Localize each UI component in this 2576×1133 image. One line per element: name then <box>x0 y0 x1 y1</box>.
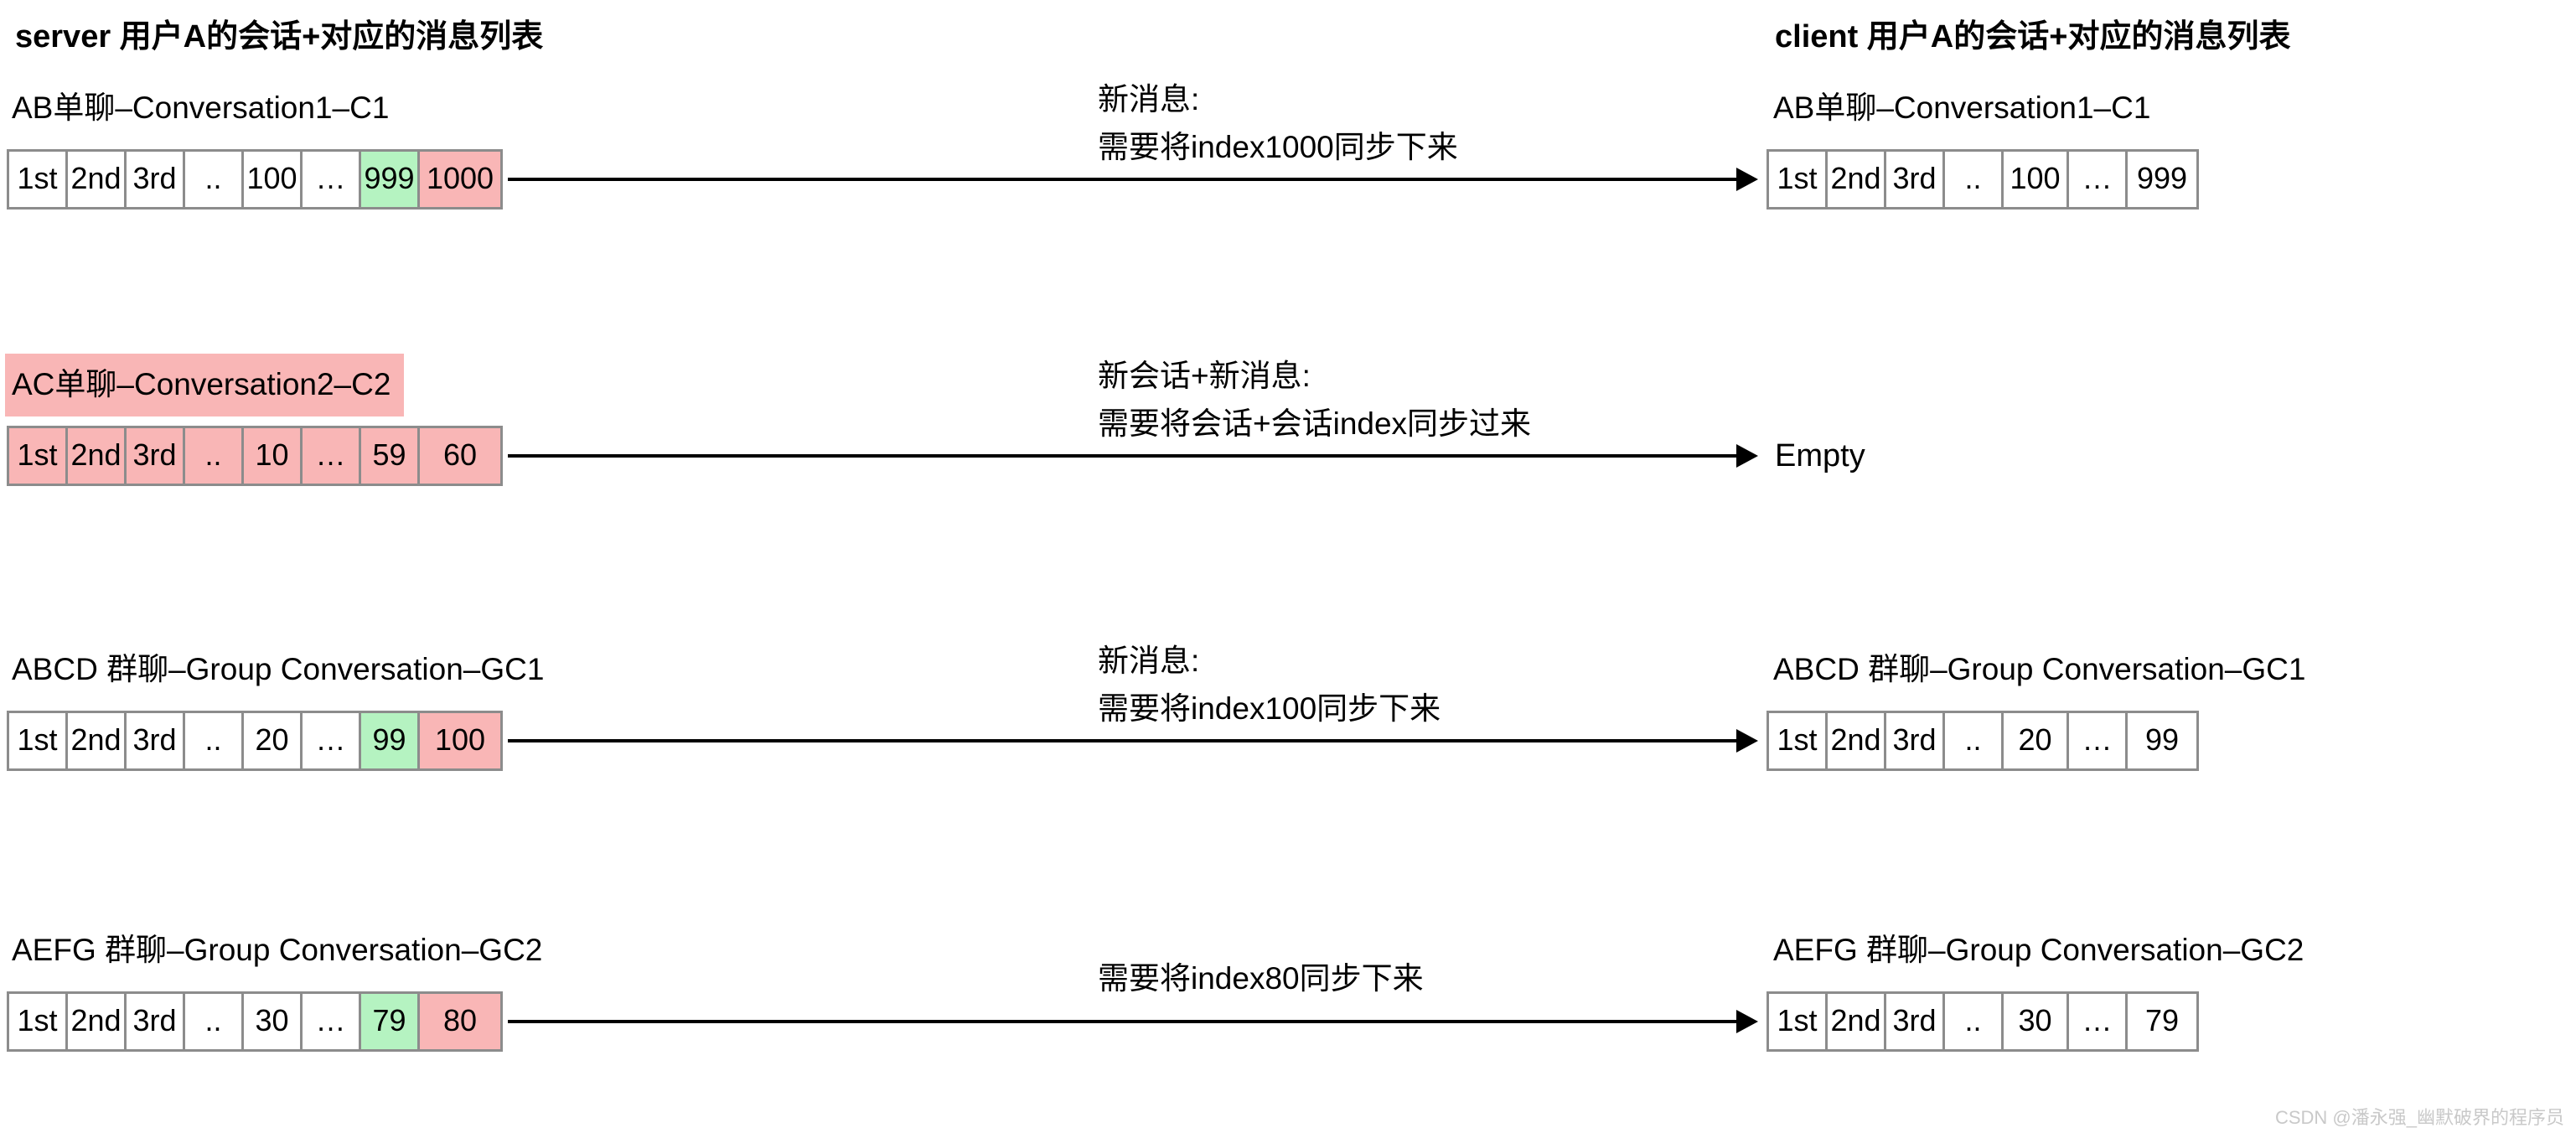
arrow-shaft <box>508 1020 1737 1023</box>
message-index-cell[interactable]: 3rd <box>1886 713 1945 768</box>
message-index-cell[interactable]: .. <box>1945 713 2004 768</box>
arrow-head-icon <box>1736 1010 1758 1033</box>
client-conversation-label: AB单聊–Conversation1–C1 <box>1773 91 2151 125</box>
sync-row: AC单聊–Conversation2–C2 1st 2nd 3rd.. 10… 59 60 新… <box>0 354 2576 545</box>
csdn-watermark: CSDN @潘永强_幽默破界的程序员 <box>2274 1107 2564 1128</box>
annotation-line: 需要将index1000同步下来 <box>1098 130 1458 165</box>
server-conversation-label: ABCD 群聊–Group Conversation–GC1 <box>12 652 545 686</box>
client-empty-state: Empty <box>1775 437 1865 473</box>
message-index-cell[interactable]: 100 <box>420 713 500 768</box>
message-index-cell[interactable]: 79 <box>2128 994 2196 1049</box>
server-message-index-table: 1st 2nd 3rd.. 100… 999 1000 <box>7 149 503 210</box>
sync-annotation: 新消息: 需要将index100同步下来 <box>1098 637 1441 733</box>
annotation-line: 新消息: <box>1098 644 1200 678</box>
message-index-cell[interactable]: … <box>303 428 361 484</box>
message-index-cell[interactable]: 3rd <box>1886 152 1945 207</box>
message-index-cell[interactable]: 2nd <box>1828 152 1886 207</box>
message-index-cell[interactable]: 1st <box>1769 713 1828 768</box>
message-index-cell[interactable]: 1st <box>9 152 68 207</box>
message-index-cell[interactable]: .. <box>1945 152 2004 207</box>
server-conversation-label: AC单聊–Conversation2–C2 <box>5 354 405 416</box>
message-index-cell[interactable]: 20 <box>2004 713 2069 768</box>
message-index-cell[interactable]: 2nd <box>1828 994 1886 1049</box>
message-index-cell[interactable]: … <box>303 994 361 1049</box>
server-conversation-label: AEFG 群聊–Group Conversation–GC2 <box>12 933 543 967</box>
message-index-cell[interactable]: .. <box>1945 994 2004 1049</box>
message-index-cell[interactable]: 59 <box>361 428 420 484</box>
message-index-cell[interactable]: 30 <box>2004 994 2069 1049</box>
message-index-cell[interactable]: 1st <box>9 428 68 484</box>
message-index-cell[interactable]: 2nd <box>68 428 127 484</box>
arrow-shaft <box>508 739 1737 742</box>
annotation-line: 需要将会话+会话index同步过来 <box>1098 406 1532 442</box>
arrow-head-icon <box>1736 444 1758 468</box>
message-index-cell[interactable]: 30 <box>244 994 303 1049</box>
message-index-cell[interactable]: 2nd <box>68 713 127 768</box>
annotation-line: 需要将index100同步下来 <box>1098 691 1441 727</box>
message-index-cell[interactable]: … <box>303 713 361 768</box>
sync-row: ABCD 群聊–Group Conversation–GC1 1st 2nd 3rd.… <box>0 644 2576 830</box>
message-index-cell[interactable]: 3rd <box>127 713 185 768</box>
message-index-cell[interactable]: .. <box>185 428 244 484</box>
server-message-index-table: 1st 2nd 3rd.. 10… 59 60 <box>7 426 503 486</box>
message-index-cell[interactable]: 20 <box>244 713 303 768</box>
message-index-cell[interactable]: 3rd <box>127 428 185 484</box>
message-index-cell[interactable]: 1st <box>1769 994 1828 1049</box>
sync-annotation: 新会话+新消息: 需要将会话+会话index同步过来 <box>1098 352 1531 448</box>
message-index-cell[interactable]: 3rd <box>127 994 185 1049</box>
server-conversation-label: AB单聊–Conversation1–C1 <box>12 91 390 125</box>
message-index-cell[interactable]: 2nd <box>68 994 127 1049</box>
message-index-cell[interactable]: 2nd <box>1828 713 1886 768</box>
message-index-cell[interactable]: … <box>303 152 361 207</box>
message-index-cell[interactable]: 2nd <box>68 152 127 207</box>
message-index-cell[interactable]: 99 <box>361 713 420 768</box>
message-index-cell[interactable]: 80 <box>420 994 500 1049</box>
message-index-cell[interactable]: 99 <box>2128 713 2196 768</box>
annotation-line: 需要将index80同步下来 <box>1098 961 1424 996</box>
server-message-index-table: 1st 2nd 3rd.. 20… 99 100 <box>7 711 503 771</box>
message-index-cell[interactable]: 60 <box>420 428 500 484</box>
arrow-shaft <box>508 178 1737 181</box>
message-index-cell[interactable]: 1st <box>1769 152 1828 207</box>
sync-annotation: 新消息: 需要将index1000同步下来 <box>1098 75 1458 172</box>
annotation-line: 新会话+新消息: <box>1098 359 1311 393</box>
sync-annotation: 需要将index80同步下来 <box>1098 955 1424 1002</box>
message-index-cell[interactable]: 1st <box>9 994 68 1049</box>
message-index-cell[interactable]: 3rd <box>127 152 185 207</box>
sync-row: AB单聊–Conversation1–C1 1st 2nd 3rd.. 100… 999 1… <box>0 82 2576 268</box>
message-index-cell[interactable]: 100 <box>2004 152 2069 207</box>
sync-row: AEFG 群聊–Group Conversation–GC2 1st 2nd 3rd.… <box>0 934 2576 1110</box>
message-index-cell[interactable]: 999 <box>2128 152 2196 207</box>
client-message-index-table: 1st 2nd 3rd.. 30… 79 <box>1766 991 2199 1052</box>
message-index-cell[interactable]: .. <box>185 713 244 768</box>
message-index-cell[interactable]: … <box>2069 152 2128 207</box>
message-index-cell[interactable]: 10 <box>244 428 303 484</box>
arrow-head-icon <box>1736 729 1758 753</box>
diagram-canvas: server 用户A的会话+对应的消息列表 client 用户A的会话+对应的消… <box>0 0 2576 1133</box>
message-index-cell[interactable]: 1st <box>9 713 68 768</box>
client-conversation-label: AEFG 群聊–Group Conversation–GC2 <box>1773 933 2304 967</box>
client-conversation-label: ABCD 群聊–Group Conversation–GC1 <box>1773 652 2306 686</box>
message-index-cell[interactable]: 999 <box>361 152 420 207</box>
message-index-cell[interactable]: … <box>2069 994 2128 1049</box>
message-index-cell[interactable]: .. <box>185 152 244 207</box>
message-index-cell[interactable]: 79 <box>361 994 420 1049</box>
arrow-head-icon <box>1736 168 1758 191</box>
message-index-cell[interactable]: 1000 <box>420 152 500 207</box>
message-index-cell[interactable]: … <box>2069 713 2128 768</box>
client-column-header: client 用户A的会话+对应的消息列表 <box>1775 19 2291 54</box>
message-index-cell[interactable]: .. <box>185 994 244 1049</box>
message-index-cell[interactable]: 3rd <box>1886 994 1945 1049</box>
annotation-line: 新消息: <box>1098 82 1200 116</box>
server-message-index-table: 1st 2nd 3rd.. 30… 79 80 <box>7 991 503 1052</box>
arrow-shaft <box>508 454 1737 458</box>
client-message-index-table: 1st 2nd 3rd.. 20… 99 <box>1766 711 2199 771</box>
server-column-header: server 用户A的会话+对应的消息列表 <box>15 19 544 54</box>
client-message-index-table: 1st 2nd 3rd.. 100… 999 <box>1766 149 2199 210</box>
message-index-cell[interactable]: 100 <box>244 152 303 207</box>
